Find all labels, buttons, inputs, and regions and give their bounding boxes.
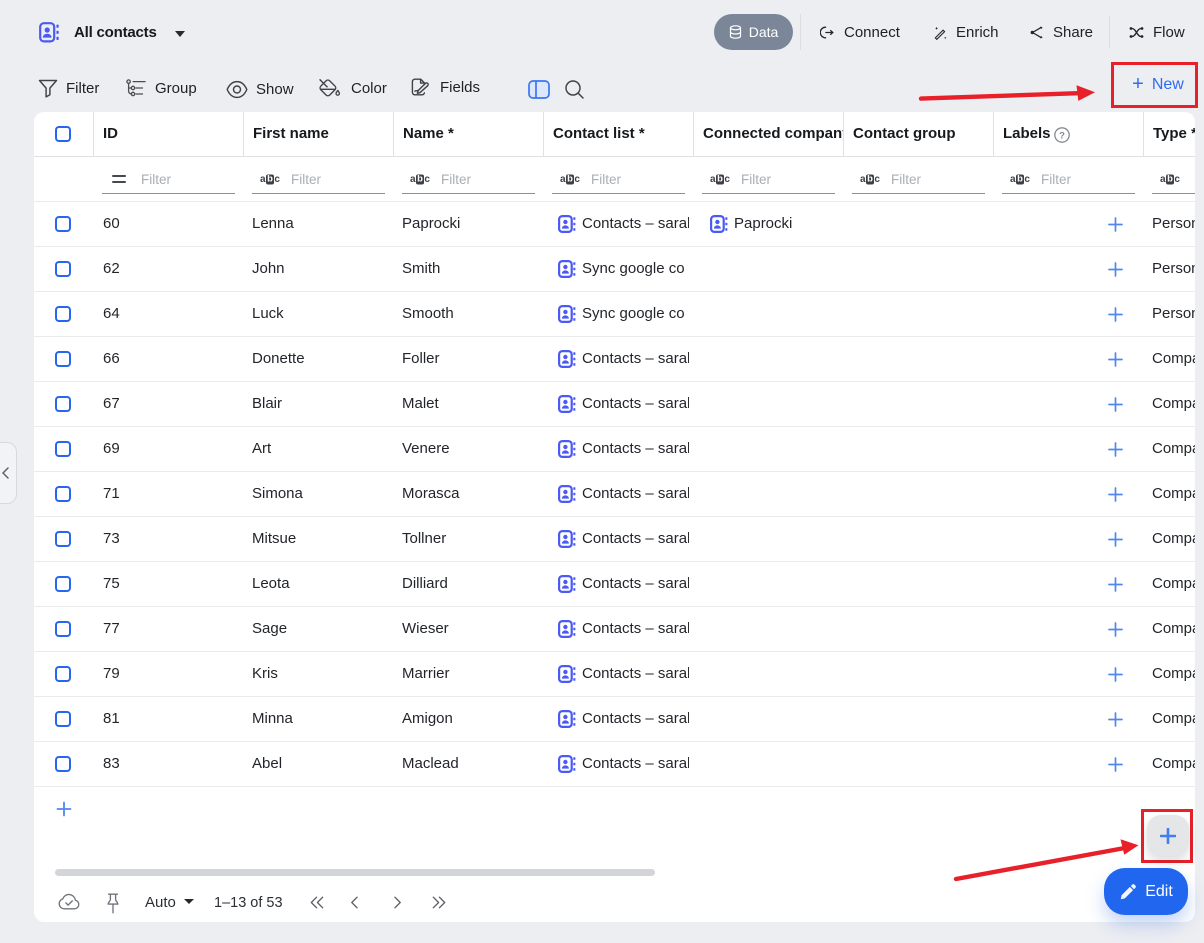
svg-text:?: ?: [1059, 130, 1065, 141]
